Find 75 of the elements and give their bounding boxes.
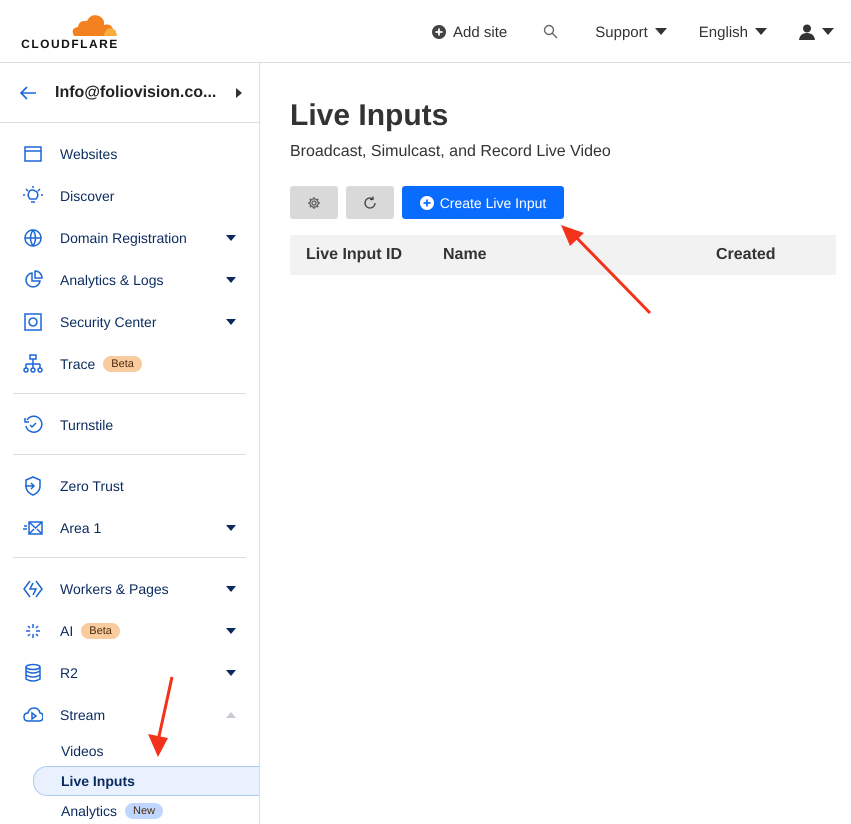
nav-label: Security Center <box>60 314 156 330</box>
nav-label: Websites <box>60 146 118 162</box>
sub-nav-item[interactable]: Analytics New <box>33 796 259 824</box>
sub-nav-item[interactable]: Live Inputs <box>33 766 259 796</box>
safe-icon <box>23 312 43 332</box>
nav-label: Stream <box>60 707 106 723</box>
beta-tag: Beta <box>81 623 120 639</box>
diamond-icon <box>23 579 43 599</box>
column-header: Created <box>716 246 776 264</box>
nav-item[interactable]: AI Beta <box>13 610 246 652</box>
nav-item[interactable]: Trace Beta <box>13 343 246 385</box>
nav-item[interactable]: Security Center <box>13 301 246 343</box>
create-live-input-button[interactable]: Create Live Input <box>402 186 564 219</box>
sparkle-icon <box>23 621 43 641</box>
nav-label: Zero Trust <box>60 478 124 494</box>
sub-nav-item[interactable]: Videos <box>33 736 259 766</box>
nav-item[interactable]: Domain Registration <box>13 217 246 259</box>
sitemap-icon <box>23 354 43 374</box>
plus-circle-icon <box>432 25 446 39</box>
caret-icon <box>822 28 834 36</box>
search-icon[interactable] <box>543 24 560 40</box>
cloud-play-icon <box>23 705 43 725</box>
expand-caret-icon[interactable] <box>226 525 236 531</box>
globe-icon <box>23 228 43 248</box>
shield-icon <box>23 476 43 496</box>
expand-caret-icon[interactable] <box>226 628 236 634</box>
nav-item[interactable]: Turnstile <box>13 404 246 446</box>
nav-label: Turnstile <box>60 417 114 433</box>
nav-label: Discover <box>60 188 114 204</box>
back-arrow-icon[interactable] <box>19 86 37 100</box>
nav-item[interactable]: Zero Trust <box>13 465 246 507</box>
column-header: Name <box>443 246 488 264</box>
expand-caret-icon[interactable] <box>226 277 236 283</box>
plus-circle-icon <box>420 196 434 210</box>
nav-item[interactable]: R2 <box>13 652 246 694</box>
account-name[interactable]: Info@foliovision.co... <box>55 84 218 102</box>
user-icon <box>799 24 815 40</box>
nav-item[interactable]: Websites <box>13 133 246 175</box>
new-tag: New <box>125 803 164 819</box>
nav-item[interactable]: Discover <box>13 175 246 217</box>
caret-icon <box>755 28 767 36</box>
expand-caret-icon[interactable] <box>226 586 236 592</box>
language-menu[interactable]: English <box>698 24 767 40</box>
nav-label: AI <box>60 623 74 639</box>
expand-caret-icon[interactable] <box>226 670 236 676</box>
logo-wordmark: CLOUDFLARE <box>21 36 119 50</box>
refresh-icon <box>363 196 377 210</box>
beta-tag: Beta <box>103 356 142 372</box>
window-icon <box>23 144 43 164</box>
add-site-link[interactable]: Add site <box>432 24 508 40</box>
nav-label: R2 <box>60 665 78 681</box>
nav-label: Workers & Pages <box>60 581 169 597</box>
page-title: Live Inputs <box>290 99 450 133</box>
nav-item[interactable]: Analytics & Logs <box>13 259 246 301</box>
nav-label: Domain Registration <box>60 230 187 246</box>
caret-icon[interactable] <box>236 88 242 98</box>
settings-button[interactable] <box>290 186 338 219</box>
caret-icon <box>654 28 667 36</box>
support-menu[interactable]: Support <box>595 24 667 40</box>
nav-item[interactable]: Area 1 <box>13 507 246 549</box>
nav-label: Trace <box>60 356 96 372</box>
bulb-icon <box>23 186 43 206</box>
user-menu[interactable] <box>799 24 834 40</box>
expand-caret-icon[interactable] <box>226 319 236 325</box>
nav-item[interactable]: Stream <box>13 694 246 736</box>
gear-icon <box>307 196 321 210</box>
nav-item[interactable]: Workers & Pages <box>13 568 246 610</box>
refresh-button[interactable] <box>346 186 394 219</box>
pie-chart-icon <box>23 270 43 290</box>
page-subtitle: Broadcast, Simulcast, and Record Live Video <box>290 143 612 161</box>
database-icon <box>23 663 43 683</box>
expand-caret-icon[interactable] <box>226 235 236 241</box>
nav-label: Area 1 <box>60 520 102 536</box>
column-header: Live Input ID <box>306 246 403 264</box>
nav-label: Analytics & Logs <box>60 272 164 288</box>
